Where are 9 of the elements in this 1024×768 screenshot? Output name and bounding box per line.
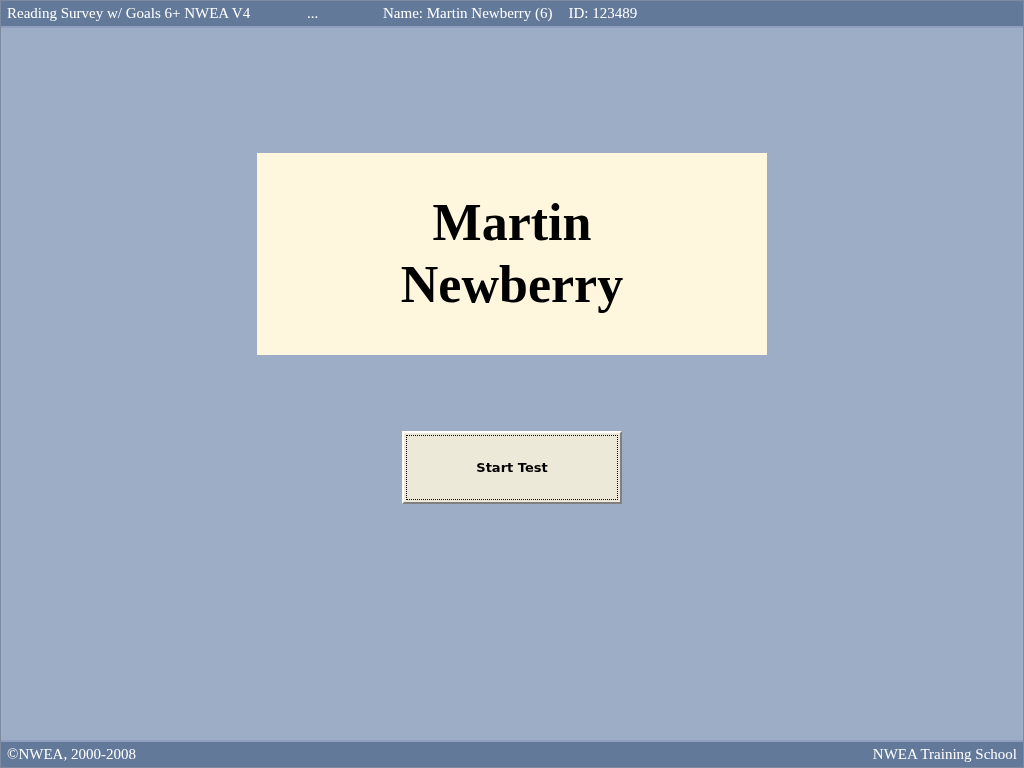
student-name-heading: Martin [432, 193, 592, 253]
school-name: NWEA Training School [872, 745, 1017, 765]
ellipsis-text: ... [307, 4, 320, 24]
student-name: Name: Martin Newberry (6) [383, 4, 553, 24]
test-title: Reading Survey w/ Goals 6+ NWEA V4 [7, 4, 252, 24]
copyright-text: ©NWEA, 2000-2008 [7, 745, 136, 765]
student-name-heading: Newberry [400, 255, 624, 315]
start-test-button[interactable]: Start Test [402, 431, 622, 504]
student-id: ID: 123489 [568, 4, 638, 24]
